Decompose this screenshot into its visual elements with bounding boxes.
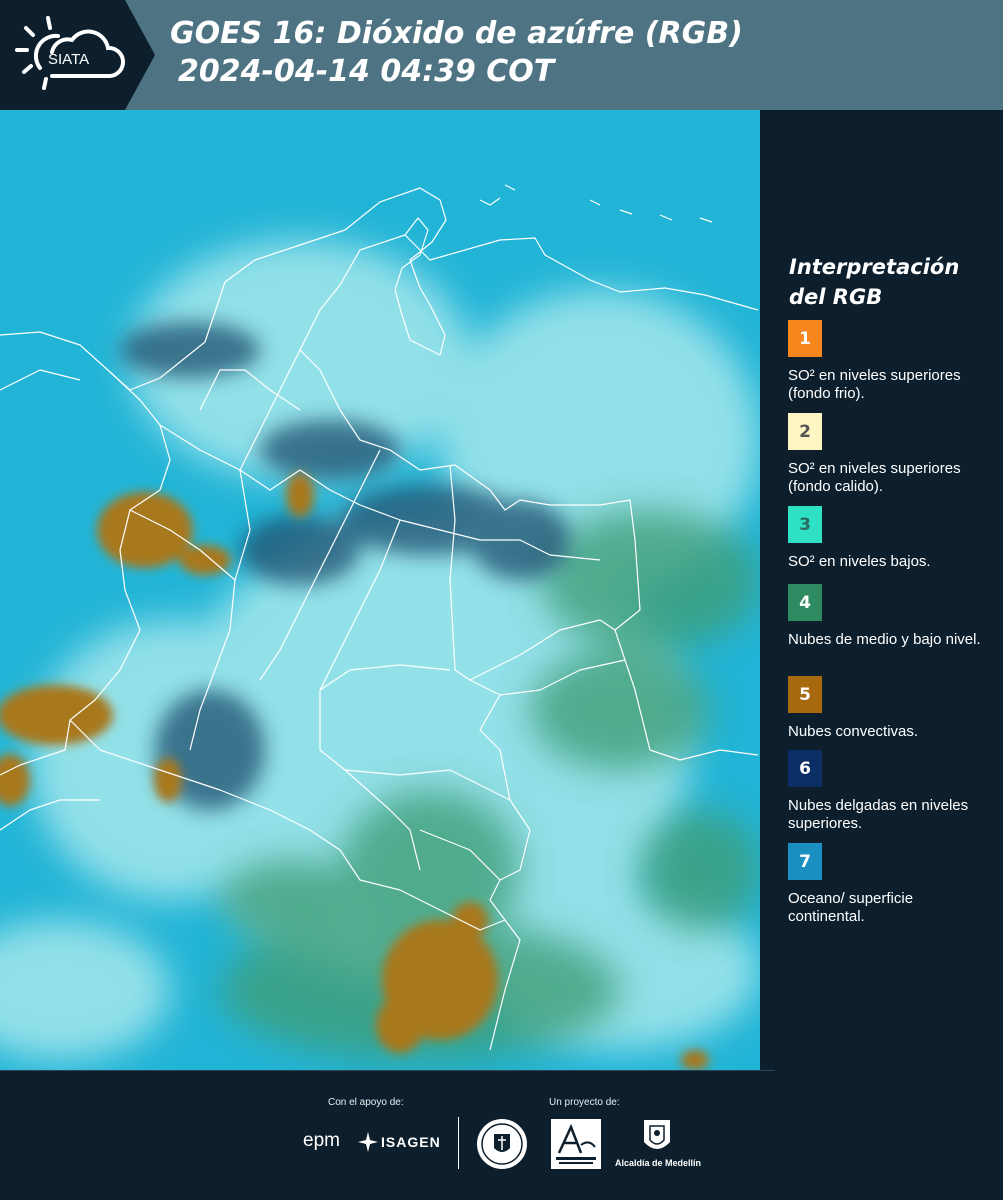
project-caption: Un proyecto de:	[549, 1097, 620, 1108]
legend-panel: Interpretación del RGB 1 SO² en niveles …	[760, 110, 1003, 1070]
page-title: GOES 16: Dióxido de azúfre (RGB)	[170, 16, 743, 51]
footer-vertical-divider	[458, 1117, 459, 1169]
legend-swatch-7: 7	[788, 843, 822, 880]
satellite-map[interactable]	[0, 110, 760, 1070]
page-timestamp: 2024-04-14 04:39 COT	[178, 54, 555, 89]
siata-logo: SIATA	[0, 0, 155, 110]
legend-swatch-4: 4	[788, 584, 822, 621]
siata-sun-cloud-icon: SIATA	[15, 16, 126, 90]
legend-swatch-5: 5	[788, 676, 822, 713]
legend-desc-6: Nubes delgadas en niveles superiores.	[788, 797, 969, 832]
alcaldia-medellin-label: Alcaldía de Medellín	[614, 1158, 702, 1168]
legend-item-7: 7 Oceano/ superficie continental.	[788, 843, 993, 926]
siata-logo-text: SIATA	[48, 51, 89, 68]
legend-desc-2: SO² en niveles superiores (fondo calido)…	[788, 460, 961, 495]
legend-desc-3: SO² en niveles bajos.	[788, 553, 931, 570]
legend-item-4: 4 Nubes de medio y bajo nivel.	[788, 584, 993, 649]
legend-desc-5: Nubes convectivas.	[788, 723, 919, 740]
legend-swatch-3: 3	[788, 506, 822, 543]
rgb-composite-image	[0, 110, 760, 1070]
legend-item-6: 6 Nubes delgadas en niveles superiores.	[788, 750, 993, 833]
alcaldia-coat-of-arms-icon	[644, 1120, 670, 1149]
legend-desc-1: SO² en niveles superiores (fondo frio).	[788, 367, 961, 402]
legend-desc-4: Nubes de medio y bajo nivel.	[788, 631, 981, 648]
legend-item-3: 3 SO² en niveles bajos.	[788, 506, 993, 571]
legend-swatch-1: 1	[788, 320, 822, 357]
area-metropolitana-logo-icon	[551, 1119, 601, 1169]
isagen-logo: ISAGEN	[381, 1134, 441, 1150]
footer-divider-line	[0, 1070, 775, 1071]
header-bar: SIATA GOES 16: Dióxido de azúfre (RGB) 2…	[0, 0, 1003, 110]
legend-item-2: 2 SO² en niveles superiores (fondo calid…	[788, 413, 993, 496]
legend-item-1: 1 SO² en niveles superiores (fondo frio)…	[788, 320, 993, 403]
footer: Con el apoyo de: Un proyecto de: epm ISA…	[0, 1070, 1003, 1200]
legend-title: Interpretación del RGB	[789, 255, 960, 309]
legend-desc-7: Oceano/ superficie continental.	[788, 890, 914, 925]
legend-swatch-2: 2	[788, 413, 822, 450]
legend-item-5: 5 Nubes convectivas.	[788, 676, 993, 741]
isagen-star-icon	[358, 1132, 378, 1152]
support-caption: Con el apoyo de:	[328, 1097, 404, 1108]
epm-logo: epm	[303, 1130, 340, 1151]
legend-swatch-6: 6	[788, 750, 822, 787]
medellin-seal-icon	[477, 1119, 527, 1169]
